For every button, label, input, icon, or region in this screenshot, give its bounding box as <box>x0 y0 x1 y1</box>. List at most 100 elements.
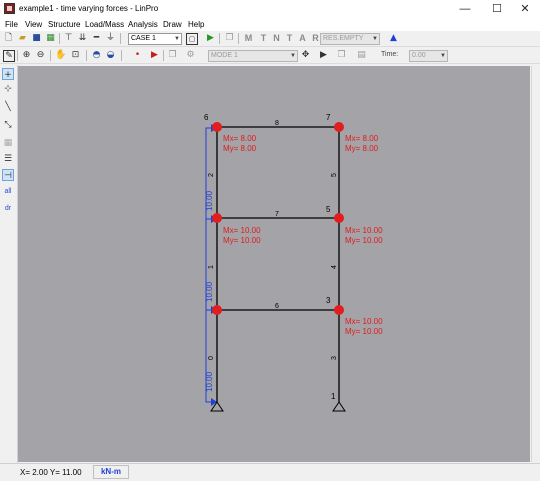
fix-support-icon[interactable]: ⏚ <box>105 33 116 44</box>
record-icon[interactable]: • <box>132 50 143 61</box>
chevron-down-icon: ▼ <box>372 36 378 42</box>
select-all-button[interactable]: all <box>2 186 14 198</box>
close-button[interactable]: ✕ <box>510 0 540 18</box>
minimize-button[interactable]: — <box>450 0 480 18</box>
rotate-right-icon[interactable]: ◒ <box>105 50 116 61</box>
new-file-icon[interactable]: 🗋 <box>3 33 14 44</box>
rotate-left-icon[interactable]: ◓ <box>91 50 102 61</box>
member-number: 0 <box>208 356 215 360</box>
structure-drawing: 10.00 10.00 10.00 6 7 5 3 1 8 7 6 2 1 0 … <box>204 113 383 412</box>
crosshair-icon[interactable]: ✥ <box>300 50 311 61</box>
menu-view[interactable]: View <box>25 20 42 29</box>
settings-icon[interactable]: ⚙ <box>185 50 196 61</box>
load-icon[interactable]: ⇊ <box>77 33 88 44</box>
joint-6[interactable] <box>212 122 222 132</box>
members <box>216 126 340 402</box>
member-number: 2 <box>208 173 215 177</box>
moment-mx-label: Mx= 8.00 <box>345 134 379 143</box>
title-bar: example1 - time varying forces - LinPro … <box>0 0 540 19</box>
pencil-icon[interactable]: ✎ <box>3 50 15 62</box>
arrow-up-icon[interactable]: ▲ <box>388 33 399 44</box>
torsion-button[interactable]: T <box>258 33 269 44</box>
member-icon[interactable]: ━ <box>91 33 102 44</box>
run-analysis-icon[interactable]: ▶ <box>205 33 216 44</box>
units-indicator[interactable]: kN-m <box>93 465 129 479</box>
normal-force-button[interactable]: N <box>271 33 282 44</box>
load-case-value: CASE 1 <box>131 35 156 42</box>
member-number: 3 <box>331 356 338 360</box>
chevron-down-icon: ▼ <box>290 53 296 59</box>
menu-structure[interactable]: Structure <box>48 20 80 29</box>
axial-button[interactable]: A <box>297 33 308 44</box>
support-icon[interactable]: ⊤ <box>63 33 74 44</box>
moment-my-label: My= 8.00 <box>223 144 257 153</box>
main-toolbar: 🗋 ▰ ■ ▦ ⊤ ⇊ ━ ⏚ CASE 1 ▼ ▢ ▶ ❐ M T N T A … <box>0 31 540 47</box>
pin-support-icon[interactable] <box>332 401 346 412</box>
menu-analysis[interactable]: Analysis <box>128 20 158 29</box>
status-bar: X= 2.00 Y= 11.00 kN-m <box>0 463 540 481</box>
drawing-canvas[interactable]: 10.00 10.00 10.00 6 7 5 3 1 8 7 6 2 1 0 … <box>18 66 530 462</box>
maximize-button[interactable]: ☐ <box>482 0 512 18</box>
secondary-toolbar: ✎ ⊕ ⊖ ✋ ⊡ ◓ ◒ • ▶ ❐ ⚙ MODE 1 ▼ ✥ ▶ ❐ ▤ Ti… <box>0 48 540 64</box>
toolbar-separator <box>121 50 122 61</box>
moment-mx-label: Mx= 10.00 <box>345 226 383 235</box>
joint-number: 1 <box>331 392 336 401</box>
toolbar-separator <box>120 33 121 44</box>
member-number: 6 <box>275 303 279 310</box>
open-folder-icon[interactable]: ▰ <box>17 33 28 44</box>
frame-view-icon[interactable]: ▢ <box>186 33 198 45</box>
moment-my-label: My= 10.00 <box>223 236 261 245</box>
export-icon[interactable]: ❐ <box>336 50 347 61</box>
mode-select[interactable]: MODE 1 ▼ <box>208 50 298 62</box>
animate-play-icon[interactable]: ▶ <box>318 50 329 61</box>
vertical-scrollbar[interactable] <box>531 66 540 462</box>
pan-hand-icon[interactable]: ✋ <box>55 50 66 61</box>
shear-button[interactable]: T <box>284 33 295 44</box>
snap-icon[interactable]: ⊣ <box>2 169 14 181</box>
load-case-select[interactable]: CASE 1 ▼ <box>128 33 182 45</box>
time-select[interactable]: 0.00 ▼ <box>409 50 448 62</box>
menu-file[interactable]: File <box>5 20 18 29</box>
add-joint-icon[interactable]: ⊹ <box>2 83 14 95</box>
export2-icon[interactable]: ▤ <box>356 50 367 61</box>
zoom-in-icon[interactable]: ⊕ <box>21 50 32 61</box>
joint-5[interactable] <box>334 213 344 223</box>
grid-icon[interactable]: ▦ <box>45 33 56 44</box>
window-title: example1 - time varying forces - LinPro <box>19 4 159 13</box>
cursor-coordinates: X= 2.00 Y= 11.00 <box>20 468 82 477</box>
joint-4[interactable] <box>212 213 222 223</box>
member-release-icon[interactable]: ⤡ <box>2 119 14 131</box>
moment-button[interactable]: M <box>243 33 254 44</box>
joint-7[interactable] <box>334 122 344 132</box>
joint-2[interactable] <box>212 305 222 315</box>
moment-mx-label: Mx= 10.00 <box>223 226 261 235</box>
copy-disabled-icon[interactable]: ❐ <box>167 50 178 61</box>
draw-button[interactable]: dr <box>2 203 14 215</box>
zoom-window-icon[interactable]: ⊡ <box>70 50 81 61</box>
result-select[interactable]: RES.EMPTY ▼ <box>320 33 380 45</box>
app-icon <box>4 3 15 14</box>
save-icon[interactable]: ■ <box>31 33 42 44</box>
supports <box>210 401 346 412</box>
zoom-out-icon[interactable]: ⊖ <box>35 50 46 61</box>
member-number: 8 <box>275 120 279 127</box>
copy-icon[interactable]: ❐ <box>224 33 235 44</box>
play-icon[interactable]: ▶ <box>149 50 160 61</box>
load-value-label: 10.00 <box>205 281 214 302</box>
moment-my-label: My= 10.00 <box>345 236 383 245</box>
hatch-icon[interactable]: ▦ <box>2 137 14 149</box>
moment-my-label: My= 10.00 <box>345 327 383 336</box>
menu-load-mass[interactable]: Load/Mass <box>85 20 124 29</box>
member-number: 5 <box>331 173 338 177</box>
toolbar-separator <box>163 50 164 61</box>
menu-draw[interactable]: Draw <box>163 20 182 29</box>
menu-help[interactable]: Help <box>188 20 204 29</box>
joint-number: 5 <box>326 205 331 214</box>
time-value: 0.00 <box>412 52 426 59</box>
chevron-down-icon: ▼ <box>440 53 446 59</box>
joint-3[interactable] <box>334 305 344 315</box>
time-label: Time: <box>381 51 399 58</box>
table-icon[interactable]: ☰ <box>2 153 14 165</box>
select-cross-icon[interactable]: + <box>2 68 14 80</box>
add-member-icon[interactable]: ╲ <box>2 101 14 113</box>
